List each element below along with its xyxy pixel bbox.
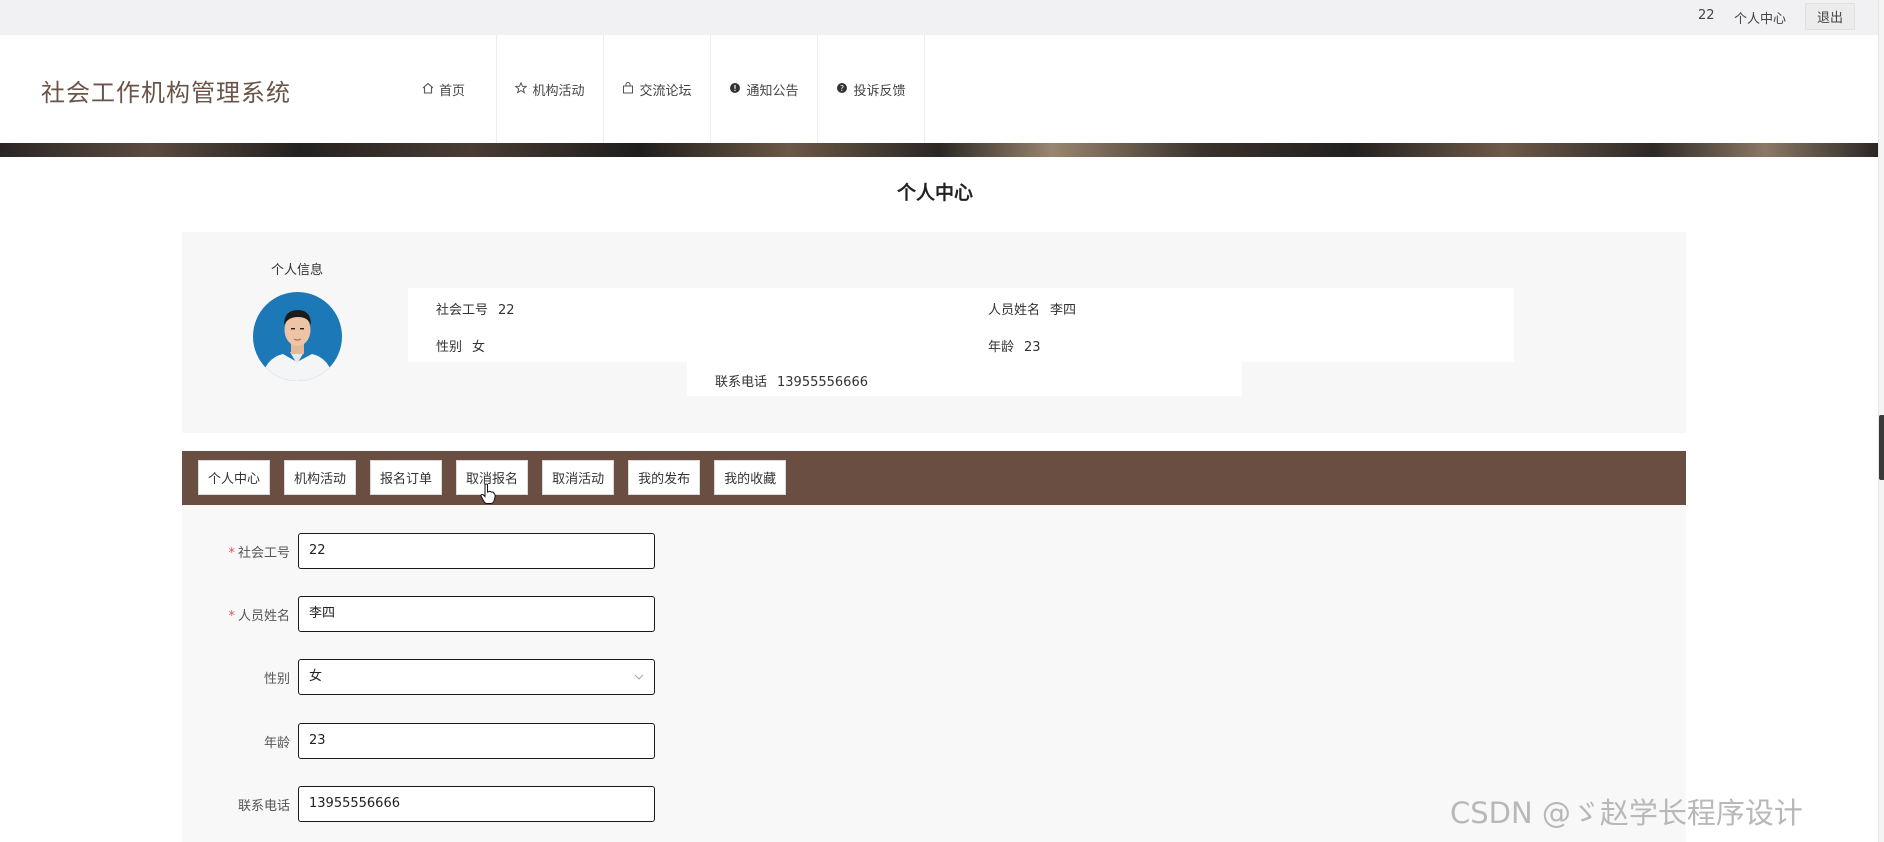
required-asterisk: * [228,609,235,624]
hand-cursor-icon [480,483,496,505]
required-asterisk: * [228,546,235,561]
main-nav: 首页 机构活动 交流论坛 通知公告 ? 投诉反馈 [391,35,925,143]
name-value: 李四 [1050,303,1077,318]
form-row-gender: 性别 女 [182,659,882,695]
nav-item-home[interactable]: 首页 [391,35,497,143]
phone-label: 联系电话 [715,375,768,390]
nav-label: 首页 [438,83,465,99]
work-id-value: 22 [498,303,515,318]
star-icon [514,81,528,97]
nav-label: 投诉反馈 [853,83,906,99]
gender-info: 性别女 [436,336,485,355]
site-header: 社会工作机构管理系统 首页 机构活动 交流论坛 通知公告 ? 投诉反馈 [0,35,1878,143]
work-id-input[interactable]: 22 [298,533,655,569]
work-id-label: 社会工号 [436,303,489,318]
chevron-down-icon [634,660,644,708]
phone-info: 联系电话 13955556666 [715,371,868,390]
name-label: 人员姓名 [988,303,1041,318]
nav-label: 机构活动 [532,83,585,99]
gender-form-label: 性别 [263,672,290,687]
bag-icon [622,81,634,97]
tab-my-favorites[interactable]: 我的收藏 [714,460,787,495]
name-info: 人员姓名 李四 [988,299,1076,318]
question-icon: ? [836,82,848,97]
nav-label: 交流论坛 [639,83,692,99]
watermark-text: CSDN @ゞ赵学长程序设计 [1450,796,1803,830]
form-row-phone: 联系电话 13955556666 [182,786,882,822]
avatar [253,292,342,381]
tab-bar: 个人中心 机构活动 报名订单 取消报名 取消活动 我的发布 我的收藏 [182,451,1686,505]
phone-value: 13955556666 [777,375,868,390]
tab-activities[interactable]: 机构活动 [284,460,357,495]
age-form-label: 年龄 [263,736,290,751]
page-title: 个人中心 [896,182,973,204]
nav-item-feedback[interactable]: ? 投诉反馈 [818,35,925,143]
gender-select[interactable]: 女 [298,659,655,695]
age-input[interactable]: 23 [298,723,655,759]
page-scrollbar[interactable] [1878,0,1884,842]
profile-info-panel: 个人信息 社会工号 22 人员姓名 李四 性别女 年龄 23 联系电话 13955556 [182,232,1686,433]
home-icon [422,82,434,97]
site-title[interactable]: 社会工作机构管理系统 [41,73,291,108]
top-utility-bar: 22 个人中心 退出 [0,0,1878,35]
name-form-label-text: 人员姓名 [237,609,290,624]
nav-label: 通知公告 [746,83,799,99]
form-row-age: 年龄 23 [182,723,882,759]
form-row-name: * 人员姓名 李四 [182,596,882,632]
personal-center-link[interactable]: 个人中心 [1734,8,1786,27]
work-id-form-label: * 社会工号 [182,542,290,561]
tab-registration-orders[interactable]: 报名订单 [370,460,443,495]
banner-image-strip [0,143,1878,157]
nav-item-notices[interactable]: 通知公告 [711,35,818,143]
form-row-work-id: * 社会工号 22 [182,533,882,569]
work-id-form-label-text: 社会工号 [237,546,290,561]
age-value: 23 [1024,340,1041,355]
profile-section-label: 个人信息 [271,263,324,278]
gender-select-value: 女 [309,669,323,684]
info-row: 联系电话 13955556666 [687,360,1242,396]
tab-cancel-activity[interactable]: 取消活动 [542,460,615,495]
info-row: 性别女 年龄 23 [408,325,1514,362]
name-input[interactable]: 李四 [298,596,655,632]
phone-input[interactable]: 13955556666 [298,786,655,822]
tab-my-posts[interactable]: 我的发布 [628,460,701,495]
scrollbar-thumb[interactable] [1879,415,1884,480]
work-id-info: 社会工号 22 [436,299,515,318]
age-label: 年龄 [988,340,1015,355]
age-info: 年龄 23 [988,336,1041,355]
svg-text:?: ? [840,83,844,92]
app-window: 22 个人中心 退出 社会工作机构管理系统 首页 机构活动 交流论坛 通知公告 … [0,0,1884,842]
user-id-text: 22 [1698,8,1715,23]
gender-label: 性别 [436,340,463,355]
nav-item-forum[interactable]: 交流论坛 [604,35,711,143]
info-icon [729,82,741,97]
name-form-label: * 人员姓名 [182,605,290,624]
nav-item-activities[interactable]: 机构活动 [497,35,604,143]
phone-form-label: 联系电话 [237,799,290,814]
info-row: 社会工号 22 人员姓名 李四 [408,288,1514,325]
gender-value: 女 [472,340,486,355]
logout-button[interactable]: 退出 [1805,3,1855,30]
tab-personal-center[interactable]: 个人中心 [198,460,271,495]
